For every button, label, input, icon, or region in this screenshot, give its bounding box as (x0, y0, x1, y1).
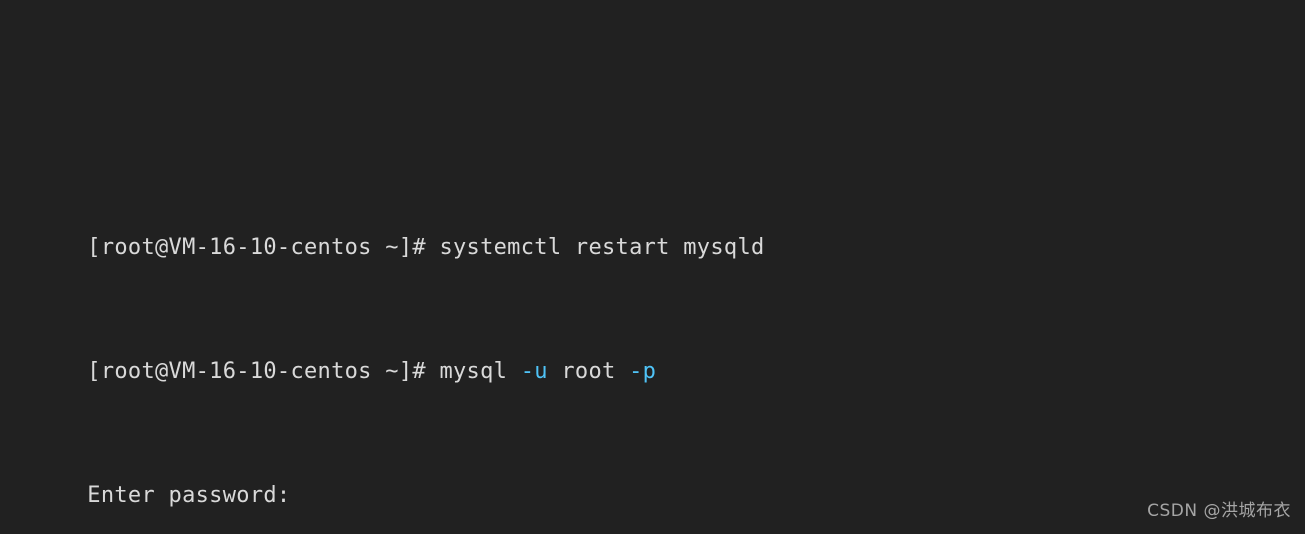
terminal-text: [root@VM-16-10-centos ~]# systemctl rest… (87, 235, 765, 260)
password-prompt-text: Enter password: (87, 483, 291, 508)
terminal-line-enter-password: Enter password: (6, 449, 1144, 508)
terminal-line-command-restart: [root@VM-16-10-centos ~]# systemctl rest… (6, 201, 1144, 260)
mysql-flag-user: -u (520, 359, 548, 384)
mysql-flag-password: -p (629, 359, 657, 384)
terminal-line-command-mysql-login: [root@VM-16-10-centos ~]# mysql -u root … (6, 325, 1144, 384)
terminal-text: [root@VM-16-10-centos ~]# mysql (87, 359, 521, 384)
csdn-watermark: CSDN @洪城布衣 (1147, 501, 1291, 521)
terminal-window[interactable]: [root@VM-16-10-centos ~]# systemctl rest… (0, 0, 1305, 534)
mysql-user-value: root (547, 359, 630, 384)
terminal-line-partial-top (6, 77, 1144, 108)
terminal-screen: [root@VM-16-10-centos ~]# systemctl rest… (6, 0, 1144, 534)
